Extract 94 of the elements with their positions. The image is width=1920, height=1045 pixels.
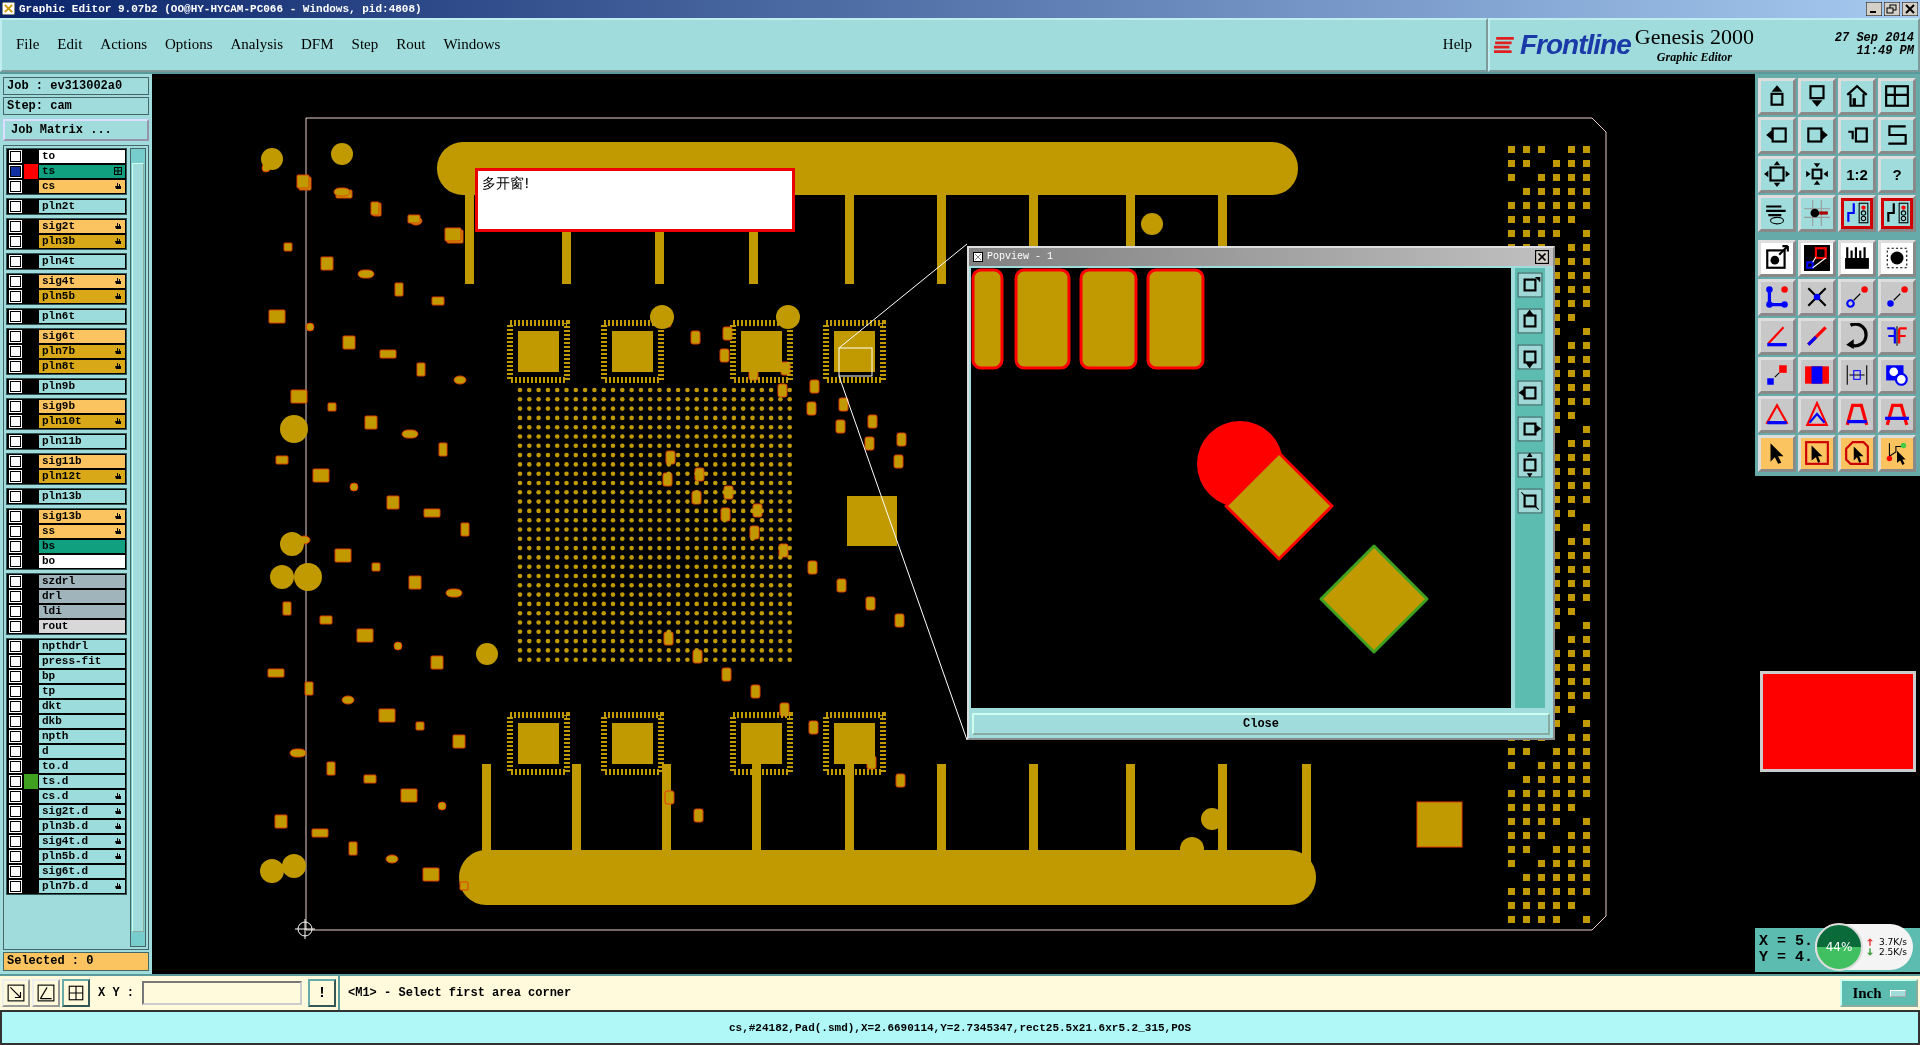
layer-name: to: [42, 150, 56, 163]
layer-name: bs: [42, 540, 56, 553]
layer-item[interactable]: pln6t: [38, 308, 126, 324]
layer-name: sig6t: [42, 330, 75, 343]
layer-name: pln7b: [42, 345, 75, 358]
layer-name: ts: [42, 165, 56, 178]
layer-name: drl: [42, 590, 62, 603]
menu-item[interactable]: Edit: [57, 36, 83, 54]
layer-name: tp: [42, 685, 56, 698]
layer-name: pln2t: [42, 200, 75, 213]
product-subtitle: Graphic Editor: [1656, 50, 1732, 66]
layer-item[interactable]: pln13b: [38, 488, 126, 504]
layer-name: to.d: [42, 760, 69, 773]
menu-item[interactable]: Rout: [396, 36, 426, 54]
layer-name: pln9b: [42, 380, 75, 393]
time-text: 11:49 PM: [1856, 44, 1914, 58]
menu-item[interactable]: File: [16, 36, 40, 54]
layer-item[interactable]: npthdrl: [38, 638, 126, 654]
layer-name: sig2t.d: [42, 805, 89, 818]
layer-item[interactable]: sig11b: [38, 453, 126, 469]
layer-name: pln3b.d: [42, 820, 89, 833]
layer-name: sig11b: [42, 455, 82, 468]
menu-item[interactable]: Analysis: [230, 36, 284, 54]
date-text: 27 Sep 2014: [1834, 31, 1914, 45]
units-dropdown[interactable]: Inch: [1840, 979, 1918, 1008]
layer-item[interactable]: sig6t: [38, 328, 126, 344]
layer-name: pln5b.d: [42, 850, 89, 863]
layer-name: sig9b: [42, 400, 75, 413]
status-text: cs,#24182,Pad(.smd),X=2.6690114,Y=2.7345347,rect25.5x21.6xr5.2_315,POS: [728, 1021, 1192, 1034]
job-label: Job : ev313002a0: [3, 76, 149, 95]
menu-item[interactable]: Step: [351, 36, 379, 54]
layer-item[interactable]: sig9b: [38, 398, 126, 414]
layer-name: pln10t: [42, 415, 82, 428]
menu-item[interactable]: Actions: [100, 36, 147, 54]
layer-name: pln7b.d: [42, 880, 89, 893]
layer-name: pln4t: [42, 255, 75, 268]
layer-name: dkb: [42, 715, 62, 728]
layer-name: szdrl: [42, 575, 75, 588]
layer-name: ss: [42, 525, 56, 538]
layer-name: cs: [42, 180, 56, 193]
layer-item[interactable]: pln11b: [38, 433, 126, 449]
selected-count: Selected : 0: [3, 951, 149, 971]
step-label: Step: cam: [3, 96, 149, 115]
window-title: Graphic Editor 9.07b2 (OO@HY-HYCAM-PC066 - Windows, pid:4808): [19, 2, 422, 15]
product-name: Genesis 2000: [1634, 24, 1754, 51]
layer-name: ldi: [42, 605, 62, 618]
layer-name: ts.d: [42, 775, 69, 788]
layer-name: pln13b: [42, 490, 82, 503]
layer-name: sig4t.d: [42, 835, 89, 848]
layer-name: pln11b: [42, 435, 82, 448]
layer-name: pln6t: [42, 310, 75, 323]
xy-label: X Y :: [97, 986, 135, 1001]
note-box: 多开窗!: [475, 167, 795, 232]
layer-name: pln5b: [42, 290, 75, 303]
tool-button[interactable]: ?: [1878, 155, 1916, 193]
logo-text: Frontline: [1520, 28, 1631, 61]
download-speed: 2.5K/s: [1879, 946, 1907, 957]
layer-item[interactable]: pln9b: [38, 378, 126, 394]
layer-name: npthdrl: [42, 640, 89, 653]
layer-item[interactable]: sig2t: [38, 218, 126, 234]
layer-name: press-fit: [42, 655, 102, 668]
layer-item[interactable]: sig13b: [38, 508, 126, 524]
job-matrix-button[interactable]: Job Matrix ...: [3, 118, 149, 141]
x-coordinate: X = 5.: [1759, 933, 1813, 950]
tool-button[interactable]: 1:2: [1838, 155, 1876, 193]
layer-name: rout: [42, 620, 69, 633]
layer-item[interactable]: szdrl: [38, 573, 126, 589]
menu-item[interactable]: Options: [165, 36, 213, 54]
layer-name: d: [42, 745, 49, 758]
layer-name: sig13b: [42, 510, 82, 523]
layer-name: pln8t: [42, 360, 75, 373]
layer-item[interactable]: pln2t: [38, 198, 126, 214]
close-button[interactable]: Close: [972, 712, 1550, 735]
y-coordinate: Y = 4.: [1759, 949, 1813, 966]
popview-title: Popview - 1: [987, 251, 1053, 263]
layer-name: sig4t: [42, 275, 75, 288]
layer-name: sig6t.d: [42, 865, 89, 878]
layer-item[interactable]: to: [38, 148, 126, 164]
layer-name: pln12t: [42, 470, 82, 483]
menu-item[interactable]: Windows: [443, 36, 501, 54]
menu-item[interactable]: DFM: [301, 36, 334, 54]
layer-name: bo: [42, 555, 56, 568]
layer-item[interactable]: sig4t: [38, 273, 126, 289]
usage-percent: 44%: [1825, 939, 1853, 954]
layer-name: sig2t: [42, 220, 75, 233]
layer-name: dkt: [42, 700, 62, 713]
layer-name: bp: [42, 670, 56, 683]
upload-speed: 3.7K/s: [1879, 936, 1907, 947]
layer-name: cs.d: [42, 790, 69, 803]
layer-item[interactable]: pln4t: [38, 253, 126, 269]
layer-name: pln3b: [42, 235, 75, 248]
alert-button[interactable]: !: [308, 979, 336, 1008]
help-menu[interactable]: Help: [1442, 36, 1472, 54]
layer-name: npth: [42, 730, 69, 743]
